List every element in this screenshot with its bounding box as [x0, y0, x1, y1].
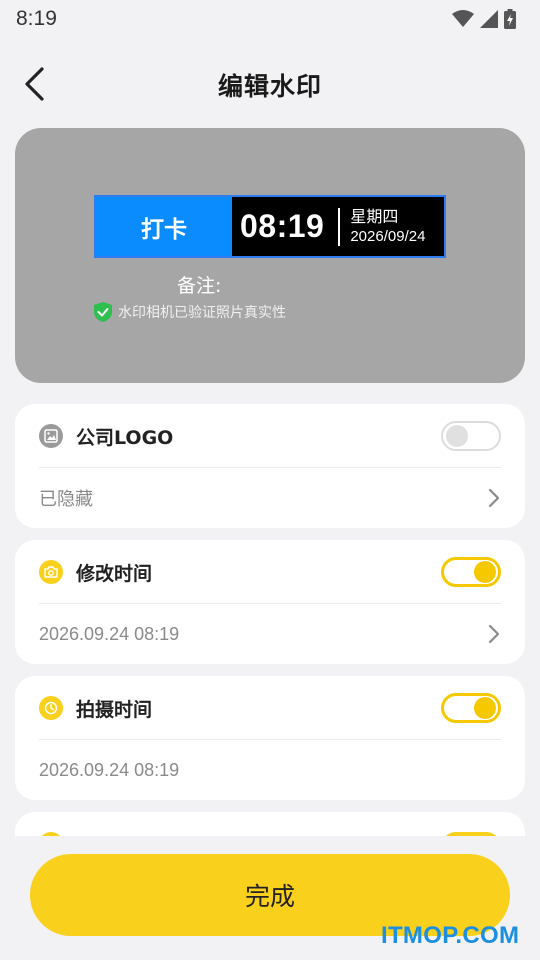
- card-header: 拍摄时间: [39, 676, 501, 740]
- watermark-date-column: 星期四 2026/09/24: [350, 207, 425, 247]
- camera-icon: [39, 560, 63, 584]
- shoot-time-toggle[interactable]: [441, 693, 501, 723]
- logo-value-row[interactable]: 已隐藏: [39, 468, 501, 528]
- card-title: 修改时间: [76, 562, 153, 585]
- watermark-separator: [338, 207, 341, 246]
- verified-notice: 水印相机已验证照片真实性: [94, 302, 286, 322]
- card-header: 公司LOGO: [39, 404, 501, 468]
- battery-icon: [504, 9, 516, 29]
- card-header: 修改时间: [39, 540, 501, 604]
- chevron-right-icon: [488, 624, 500, 644]
- watermark-block[interactable]: 打卡 08:19 星期四 2026/09/24: [94, 195, 446, 258]
- chevron-right-icon: [488, 488, 500, 508]
- status-icons: [452, 9, 516, 29]
- status-bar: 8:19: [0, 0, 540, 38]
- card-value: 2026.09.24 08:19: [39, 623, 180, 644]
- signal-icon: [480, 10, 498, 28]
- clock-icon: [39, 696, 63, 720]
- card-value: 2026.09.24 08:19: [39, 759, 180, 780]
- back-button[interactable]: [14, 64, 54, 104]
- modify-time-value-row[interactable]: 2026.09.24 08:19: [39, 604, 501, 664]
- watermark-note: 备注:: [177, 275, 222, 297]
- watermark-weekday: 星期四: [350, 206, 399, 226]
- watermark-date: 2026/09/24: [350, 227, 426, 245]
- site-watermark: ITMOP.COM: [381, 922, 520, 949]
- watermark-time: 08:19: [240, 208, 325, 244]
- status-time: 8:19: [16, 7, 57, 30]
- shield-check-icon: [94, 302, 112, 322]
- page-title: 编辑水印: [217, 72, 322, 101]
- watermark-tag: 打卡: [96, 197, 232, 256]
- card-title: 拍摄时间: [76, 698, 153, 721]
- watermark-time-box: 08:19 星期四 2026/09/24: [232, 197, 444, 256]
- shoot-time-value-row: 2026.09.24 08:19: [39, 740, 501, 800]
- wifi-icon: [452, 10, 474, 27]
- card-shoot-time: 拍摄时间 2026.09.24 08:19: [15, 676, 525, 800]
- header: 编辑水印: [0, 52, 540, 118]
- card-title: 公司LOGO: [76, 426, 174, 449]
- modify-time-toggle[interactable]: [441, 557, 501, 587]
- image-icon: [39, 424, 63, 448]
- verified-text: 水印相机已验证照片真实性: [118, 305, 286, 321]
- card-value: 已隐藏: [39, 489, 93, 509]
- logo-toggle[interactable]: [441, 421, 501, 451]
- watermark-preview: 打卡 08:19 星期四 2026/09/24 备注: 水印相机已验证照片真实性: [15, 128, 525, 383]
- card-company-logo: 公司LOGO 已隐藏: [15, 404, 525, 528]
- card-modify-time: 修改时间 2026.09.24 08:19: [15, 540, 525, 664]
- chevron-left-icon: [25, 67, 44, 101]
